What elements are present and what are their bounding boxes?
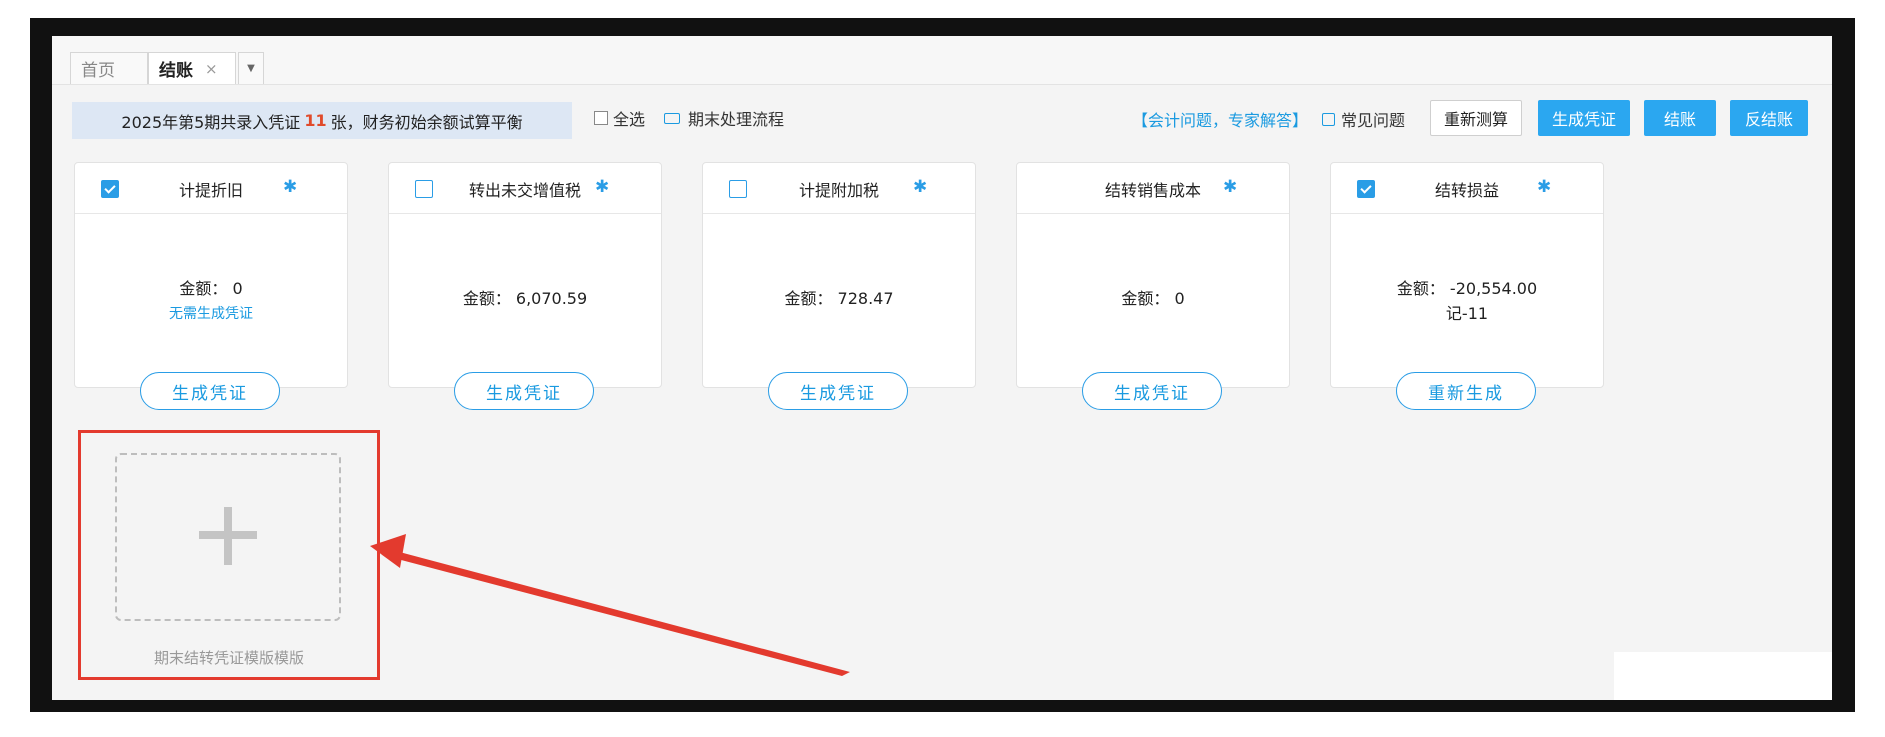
tab-closing-label: 结账 <box>159 61 193 81</box>
blank-patch <box>1614 652 1832 700</box>
flow-icon <box>664 112 680 124</box>
card-amount: 金额： 0 <box>1121 289 1185 308</box>
gear-icon[interactable]: ✱ <box>1223 177 1237 197</box>
card-generate-button[interactable]: 生成凭证 <box>140 372 280 410</box>
card-amount: 金额： 0 <box>179 279 243 298</box>
card-generate-button[interactable]: 生成凭证 <box>454 372 594 410</box>
card-generate-button[interactable]: 生成凭证 <box>768 372 908 410</box>
gear-icon[interactable]: ✱ <box>913 177 927 197</box>
card-surtax: 计提附加税 ✱ 金额： 728.47 <box>702 162 976 388</box>
select-all-label: 全选 <box>613 110 646 129</box>
period-end-flow-link[interactable]: 期末处理流程 <box>664 106 784 130</box>
flow-label: 期末处理流程 <box>688 110 785 129</box>
card-depreciation: 计提折旧 ✱ 金额： 0 无需生成凭证 <box>74 162 348 388</box>
period-summary: 2025年第5期共录入凭证 11 张，财务初始余额试算平衡 <box>72 102 572 139</box>
close-icon[interactable]: × <box>205 60 218 78</box>
summary-suffix: 张，财务初始余额试算平衡 <box>330 112 523 132</box>
card-regenerate-button[interactable]: 重新生成 <box>1396 372 1536 410</box>
reopen-period-button[interactable]: 反结账 <box>1730 100 1808 136</box>
card-title: 转出未交增值税 <box>468 181 581 200</box>
summary-prefix: 2025年第5期共录入凭证 <box>121 112 301 132</box>
card-title: 结转销售成本 <box>1104 181 1201 200</box>
app-window: 首页 结账 × ▼ 2025年第5期共录入凭证 11 张，财务初始余额试算平衡 … <box>52 36 1832 700</box>
gear-icon[interactable]: ✱ <box>1537 177 1551 197</box>
card-header: 结转销售成本 ✱ <box>1017 163 1289 214</box>
card-amount: 金额： -20,554.00 <box>1396 279 1538 298</box>
card-header: 结转损益 ✱ <box>1331 163 1603 214</box>
recalculate-button[interactable]: 重新测算 <box>1430 100 1522 136</box>
tab-closing[interactable]: 结账 × <box>148 52 236 84</box>
gear-icon[interactable]: ✱ <box>283 177 297 197</box>
generate-voucher-button[interactable]: 生成凭证 <box>1538 100 1630 136</box>
gear-icon[interactable]: ✱ <box>595 177 609 197</box>
toolbar: 2025年第5期共录入凭证 11 张，财务初始余额试算平衡 全选 期末处理流程 … <box>52 84 1832 154</box>
faq-link[interactable]: 常见问题 <box>1322 107 1405 131</box>
checkbox-icon <box>594 111 608 125</box>
close-period-button[interactable]: 结账 <box>1644 100 1716 136</box>
faq-label: 常见问题 <box>1341 111 1406 130</box>
card-voucher-ref[interactable]: 记-11 <box>1331 300 1603 324</box>
card-cost-of-sales: 结转销售成本 ✱ 金额： 0 <box>1016 162 1290 388</box>
footer-strip <box>0 712 1885 737</box>
card-vat-transfer: 转出未交增值税 ✱ 金额： 6,070.59 <box>388 162 662 388</box>
tab-home-label: 首页 <box>81 61 115 81</box>
select-all-checkbox[interactable]: 全选 <box>594 106 645 130</box>
card-header: 转出未交增值税 ✱ <box>389 163 661 214</box>
add-template-tile[interactable] <box>115 453 341 621</box>
card-amount: 金额： 6,070.59 <box>462 289 588 308</box>
chevron-down-icon: ▼ <box>247 63 255 74</box>
card-generate-button[interactable]: 生成凭证 <box>1082 372 1222 410</box>
tab-dropdown[interactable]: ▼ <box>238 52 264 84</box>
card-title: 计提附加税 <box>798 181 879 200</box>
card-profit-loss: 结转损益 ✱ 金额： -20,554.00 记-11 <box>1330 162 1604 388</box>
plus-icon-vertical <box>224 507 232 565</box>
question-icon <box>1322 112 1335 126</box>
card-title: 计提折旧 <box>178 181 243 200</box>
add-template-label: 期末结转凭证模版模版 <box>153 649 304 667</box>
card-header: 计提附加税 ✱ <box>703 163 975 214</box>
card-amount: 金额： 728.47 <box>784 289 894 308</box>
voucher-count: 11 <box>304 111 327 130</box>
closing-task-cards: 计提折旧 ✱ 金额： 0 无需生成凭证 生成凭证 转出未交增值税 ✱ 金额： 6… <box>74 162 1674 422</box>
highlight-annotation: 期末结转凭证模版模版 <box>78 430 380 680</box>
card-header: 计提折旧 ✱ <box>75 163 347 214</box>
card-title: 结转损益 <box>1434 181 1499 200</box>
card-status: 无需生成凭证 <box>169 306 253 322</box>
expert-answers-link[interactable]: 【会计问题，专家解答】 <box>1132 107 1308 131</box>
tab-home[interactable]: 首页 <box>70 52 148 84</box>
tab-bar: 首页 结账 × ▼ <box>52 36 1832 85</box>
